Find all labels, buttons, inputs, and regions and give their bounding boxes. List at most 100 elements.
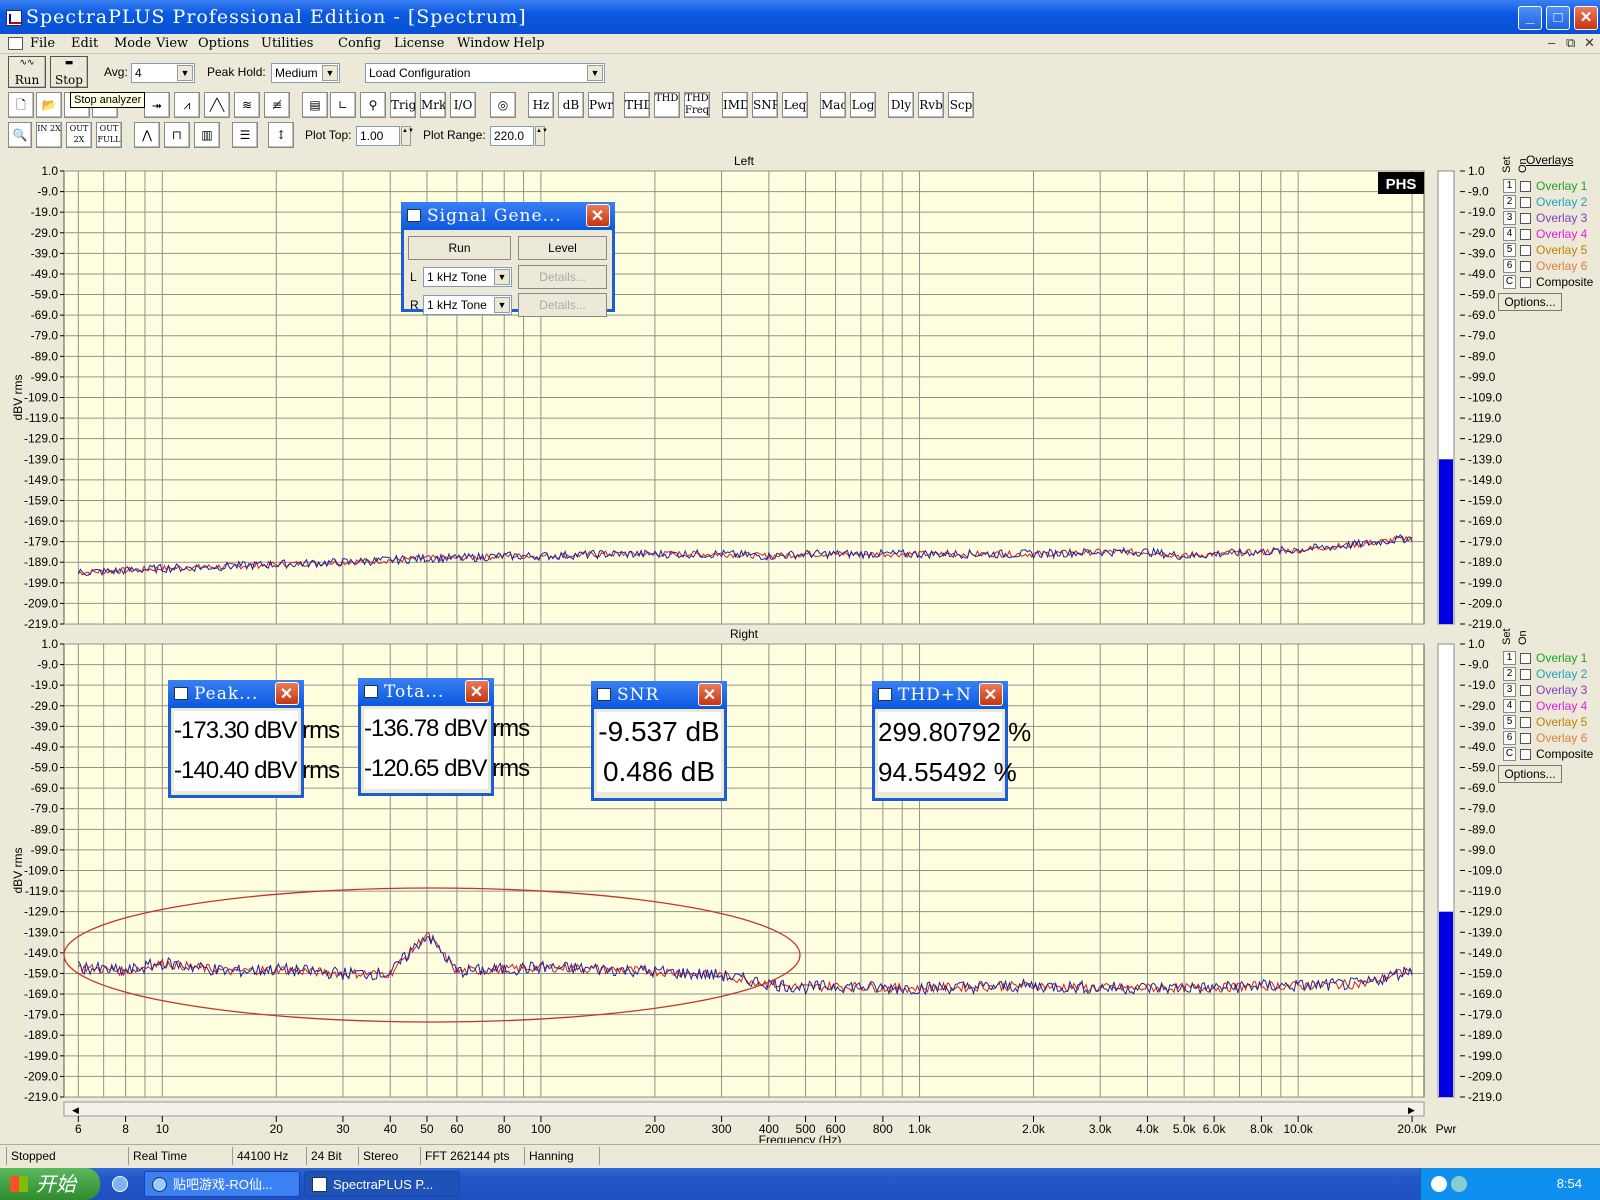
menu-view[interactable]: View <box>156 36 188 51</box>
overlay-set-button[interactable]: 4 <box>1503 227 1516 241</box>
overlay-set-button[interactable]: 5 <box>1503 715 1516 729</box>
overlay-set-button[interactable]: 1 <box>1503 651 1516 665</box>
db-button[interactable]: dB <box>558 92 584 118</box>
overlay-checkbox[interactable] <box>1520 733 1531 744</box>
snr-button[interactable]: SNR <box>752 92 778 118</box>
fast-forward-icon[interactable]: ⯮ <box>144 92 170 118</box>
imd-button[interactable]: IMD <box>722 92 748 118</box>
taskbar-item-browser[interactable]: 贴吧游戏-RO仙... <box>144 1171 300 1197</box>
document-icon[interactable] <box>8 37 23 50</box>
overlay-checkbox[interactable] <box>1520 717 1531 728</box>
peak-icon[interactable]: ⋀ <box>134 122 160 148</box>
avg-select[interactable]: 4 ▼ <box>131 63 195 83</box>
list-icon[interactable]: ☰ <box>232 122 258 148</box>
rvb-button[interactable]: Rvb <box>918 92 944 118</box>
zoom-icon[interactable]: 🔍 <box>8 122 32 148</box>
overlay-set-button[interactable]: 2 <box>1503 195 1516 209</box>
signal-generator-icon[interactable]: ◎ <box>490 92 516 118</box>
overlay-checkbox[interactable] <box>1520 749 1531 760</box>
calibration-icon[interactable]: ⚲ <box>360 92 386 118</box>
chevron-down-icon[interactable]: ▼ <box>587 65 603 81</box>
overlay-set-button[interactable]: 2 <box>1503 667 1516 681</box>
dly-button[interactable]: Dly <box>888 92 914 118</box>
overlay-checkbox[interactable] <box>1520 213 1531 224</box>
app-icon[interactable] <box>6 10 22 26</box>
time-series-icon[interactable]: ╱╲ <box>204 92 230 118</box>
overlay-checkbox[interactable] <box>1520 277 1531 288</box>
overlay-set-button[interactable]: 3 <box>1503 211 1516 225</box>
close-icon[interactable]: ✕ <box>979 683 1003 706</box>
zoom-out-button[interactable]: OUT 2X <box>66 122 92 148</box>
stop-analyzer-button[interactable]: ▬ Stop <box>50 56 88 88</box>
thdn-meter-titlebar[interactable]: THD+N ✕ <box>872 681 1008 709</box>
browser-quicklaunch-icon[interactable] <box>112 1176 128 1192</box>
overlay-set-button[interactable]: 3 <box>1503 683 1516 697</box>
menu-edit[interactable]: Edit <box>71 36 98 51</box>
chevron-down-icon[interactable]: ▼ <box>177 65 193 81</box>
right-details-button[interactable]: Details... <box>518 293 607 317</box>
overlay-checkbox[interactable] <box>1520 669 1531 680</box>
volume-icon[interactable] <box>1431 1176 1447 1192</box>
overlay-checkbox[interactable] <box>1520 653 1531 664</box>
snr-meter-titlebar[interactable]: SNR ✕ <box>591 681 727 709</box>
left-waveform-select[interactable]: 1 kHz Tone ▼ <box>423 267 512 287</box>
maximize-button[interactable]: □ <box>1546 6 1570 30</box>
axis-settings-icon[interactable]: ∟ <box>330 92 356 118</box>
overlay-set-button[interactable]: C <box>1503 275 1516 289</box>
thd-n-button[interactable]: THD +N <box>654 92 680 118</box>
close-icon[interactable]: ✕ <box>698 683 722 706</box>
octave-icon[interactable]: ⊓ <box>164 122 190 148</box>
zoom-in-button[interactable]: IN 2X <box>36 122 62 148</box>
overlay-checkbox[interactable] <box>1520 261 1531 272</box>
mdi-close-icon[interactable]: ✕ <box>1584 35 1595 51</box>
total-meter-titlebar[interactable]: Tota... ✕ <box>358 678 494 706</box>
overlay-options-button[interactable]: Options... <box>1498 765 1562 783</box>
right-waveform-select[interactable]: 1 kHz Tone ▼ <box>423 295 512 315</box>
generator-run-button[interactable]: Run <box>408 236 511 260</box>
mac-button[interactable]: Mac <box>820 92 846 118</box>
new-file-icon[interactable]: 🗋 <box>8 92 34 118</box>
menu-mode[interactable]: Mode <box>114 36 151 51</box>
chevron-down-icon[interactable]: ▼ <box>494 297 510 313</box>
log-button[interactable]: Log <box>850 92 876 118</box>
thd-button[interactable]: THD <box>624 92 650 118</box>
spectrum-view-icon[interactable]: ⩘ <box>174 92 200 118</box>
run-analyzer-button[interactable]: ∿∿ Run <box>8 56 46 88</box>
close-icon[interactable]: ✕ <box>275 682 299 705</box>
plot-range-spinner[interactable]: ▲▼ <box>535 126 548 146</box>
overlay-set-button[interactable]: 6 <box>1503 259 1516 273</box>
menu-config[interactable]: Config <box>338 36 381 51</box>
overlay-set-button[interactable]: 5 <box>1503 243 1516 257</box>
network-icon[interactable] <box>1451 1176 1467 1192</box>
mdi-restore-icon[interactable]: ⧉ <box>1566 35 1575 51</box>
close-icon[interactable]: ✕ <box>586 204 610 227</box>
3d-surface-icon[interactable]: ≢ <box>264 92 290 118</box>
menu-license[interactable]: License <box>394 36 445 51</box>
overlay-checkbox[interactable] <box>1520 197 1531 208</box>
overlay-checkbox[interactable] <box>1520 229 1531 240</box>
mdi-minimize-icon[interactable]: – <box>1548 35 1555 50</box>
overlay-checkbox[interactable] <box>1520 701 1531 712</box>
phase-icon[interactable]: ≋ <box>234 92 260 118</box>
start-button[interactable]: 开始 <box>0 1168 100 1200</box>
peak-hold-select[interactable]: Medium ▼ <box>271 63 340 83</box>
plot-range-input[interactable]: 220.0 <box>490 126 534 146</box>
overlay-options-button[interactable]: Options... <box>1498 293 1562 311</box>
peak-meter-titlebar[interactable]: Peak... ✕ <box>168 680 304 708</box>
overlay-checkbox[interactable] <box>1520 181 1531 192</box>
left-details-button[interactable]: Details... <box>518 265 607 289</box>
open-file-icon[interactable]: 📂 <box>36 92 62 118</box>
plot-top-input[interactable]: 1.00 <box>356 126 400 146</box>
overlay-checkbox[interactable] <box>1520 685 1531 696</box>
generator-level-button[interactable]: Level <box>518 236 607 260</box>
zoom-full-button[interactable]: OUT FULL <box>96 122 122 148</box>
leq-button[interactable]: Leq <box>782 92 808 118</box>
close-button[interactable]: ✕ <box>1574 6 1598 30</box>
spectrum-chart[interactable]: Left 1.0 1.0 -9.0 -9.0 -19.0 -19.0 -29.0 -29.0 -3… <box>0 150 1600 1147</box>
overlay-checkbox[interactable] <box>1520 245 1531 256</box>
hz-button[interactable]: Hz <box>528 92 554 118</box>
overlay-set-button[interactable]: 6 <box>1503 731 1516 745</box>
mrk-button[interactable]: Mrk <box>420 92 446 118</box>
io-button[interactable]: I/O <box>450 92 476 118</box>
overlay-set-button[interactable]: 4 <box>1503 699 1516 713</box>
